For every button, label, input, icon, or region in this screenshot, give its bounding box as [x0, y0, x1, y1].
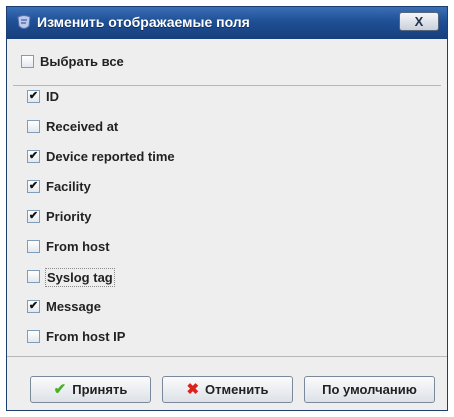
checkmark-icon: ✔ — [53, 381, 67, 398]
field-checkbox-device-reported-time[interactable]: ✔ — [27, 150, 40, 163]
field-row-from-host-ip[interactable]: From host IP — [13, 326, 313, 348]
window-title: Изменить отображаемые поля — [37, 14, 250, 30]
field-checkbox-message[interactable]: ✔ — [27, 300, 40, 313]
field-row-from-host[interactable]: From host — [13, 236, 313, 258]
field-checkbox-id[interactable]: ✔ — [27, 90, 40, 103]
field-checkbox-syslog-tag[interactable] — [27, 270, 40, 283]
select-all-checkbox-row[interactable]: Выбрать все — [7, 51, 207, 73]
field-row-message[interactable]: ✔ Message — [13, 296, 313, 318]
field-label: From host — [46, 239, 110, 254]
field-checkbox-priority[interactable]: ✔ — [27, 210, 40, 223]
field-row-id[interactable]: ✔ ID — [13, 86, 313, 108]
field-label: Priority — [46, 209, 92, 224]
defaults-button-label: По умолчанию — [322, 382, 417, 397]
field-label: Received at — [46, 119, 119, 134]
defaults-button[interactable]: По умолчанию — [304, 376, 435, 403]
field-label: Syslog tag — [45, 268, 115, 287]
field-row-facility[interactable]: ✔ Facility — [13, 176, 313, 198]
select-all-checkbox[interactable] — [21, 55, 34, 68]
title-bar[interactable]: Изменить отображаемые поля X — [7, 7, 447, 39]
cancel-button-label: Отменить — [205, 382, 269, 397]
close-icon: X — [414, 14, 424, 29]
field-row-priority[interactable]: ✔ Priority — [13, 206, 313, 228]
select-all-section: Выбрать все — [7, 40, 447, 85]
field-checkbox-from-host-ip[interactable] — [27, 330, 40, 343]
field-label: From host IP — [46, 329, 126, 344]
dialog-window: Изменить отображаемые поля X Выбрать все… — [6, 6, 448, 411]
field-row-device-reported-time[interactable]: ✔ Device reported time — [13, 146, 313, 168]
field-checkbox-from-host[interactable] — [27, 240, 40, 253]
cancel-button[interactable]: ✖ Отменить — [162, 376, 293, 403]
field-row-syslog-tag[interactable]: Syslog tag — [13, 266, 313, 288]
accept-button[interactable]: ✔ Принять — [30, 376, 151, 403]
field-label: Device reported time — [46, 149, 175, 164]
field-checkbox-received-at[interactable] — [27, 120, 40, 133]
close-button[interactable]: X — [399, 12, 439, 31]
field-label: Message — [46, 299, 101, 314]
field-row-received-at[interactable]: Received at — [13, 116, 313, 138]
button-bar: ✔ Принять ✖ Отменить По умолчанию — [7, 356, 447, 410]
field-label: Facility — [46, 179, 91, 194]
app-icon — [17, 15, 31, 31]
select-all-label: Выбрать все — [40, 54, 124, 69]
field-list: ✔ ID Received at ✔ Device reported time … — [13, 85, 441, 356]
field-checkbox-facility[interactable]: ✔ — [27, 180, 40, 193]
accept-button-label: Принять — [72, 382, 128, 397]
cross-icon: ✖ — [186, 381, 200, 398]
field-label: ID — [46, 89, 59, 104]
